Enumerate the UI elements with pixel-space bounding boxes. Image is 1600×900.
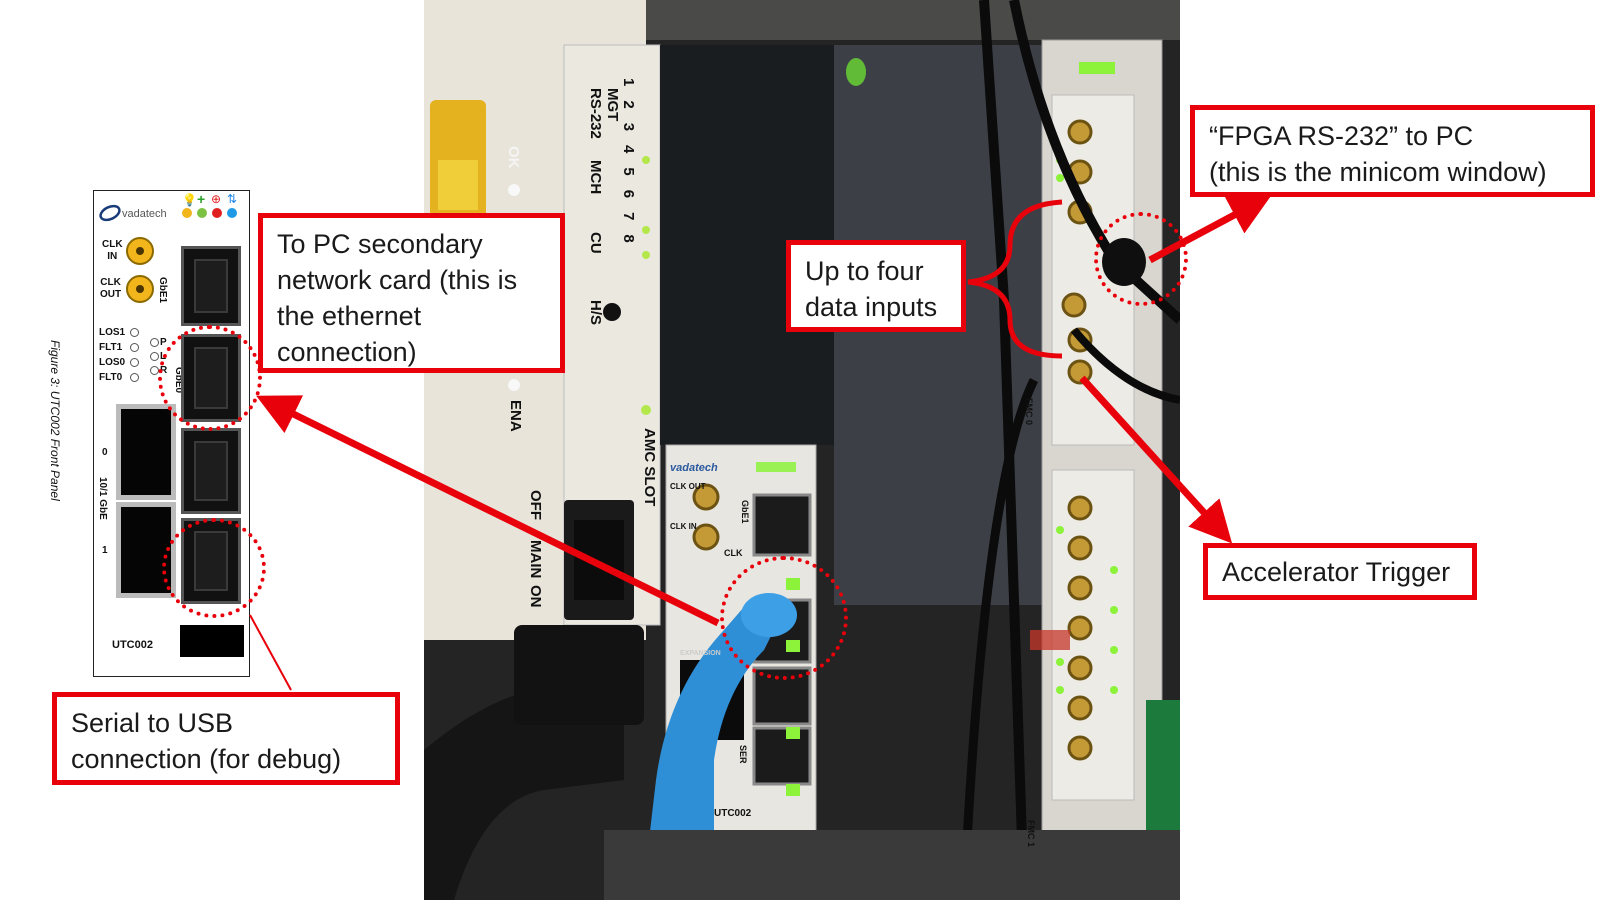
hotswap-icon: ⇅ bbox=[227, 192, 238, 206]
clk-out-connector[interactable] bbox=[126, 275, 154, 303]
mch-label: MCH bbox=[587, 160, 604, 195]
callout-network-card: To PC secondary network card (this is th… bbox=[258, 213, 565, 373]
panel-logo-text: vadatech bbox=[122, 208, 167, 220]
lower-ethernet-port[interactable] bbox=[181, 428, 241, 514]
sfp-cage-0[interactable] bbox=[116, 404, 176, 500]
off-label: OFF bbox=[527, 490, 544, 520]
vadatech-logo-icon bbox=[99, 204, 121, 222]
ser-label: SER bbox=[738, 745, 748, 764]
hs-label: H/S bbox=[587, 300, 604, 326]
panel-status-icons: 💡 + ⊕ ⇅ bbox=[182, 191, 246, 207]
serial-leader-line bbox=[249, 614, 292, 691]
cu-label: CU bbox=[587, 232, 604, 254]
flt1-led bbox=[130, 343, 139, 352]
callout-serial-usb: Serial to USB connection (for debug) bbox=[52, 692, 400, 785]
amc-slot-label: AMC SLOT bbox=[641, 428, 658, 507]
status-led-labels: LOS1 FLT1 LOS0 FLT0 bbox=[99, 327, 126, 383]
expansion-label: EXPANSION bbox=[680, 650, 721, 657]
callout-fpga-rs232: “FPGA RS-232” to PC (this is the minicom… bbox=[1190, 105, 1595, 197]
main-label: MAIN bbox=[527, 540, 544, 579]
clk-out-label: CLK OUT bbox=[100, 277, 122, 300]
fmc1-label: FMC 1 bbox=[1026, 820, 1036, 847]
ok-label: OK bbox=[505, 146, 522, 169]
gbe1-port[interactable] bbox=[181, 246, 241, 326]
mgt-label: MGT bbox=[604, 88, 621, 122]
target-icon: ⊕ bbox=[211, 192, 222, 206]
photo-clk-out-label: CLK OUT bbox=[670, 482, 706, 491]
l-led bbox=[150, 352, 159, 361]
los1-led bbox=[130, 328, 139, 337]
photo-clk-label: CLK bbox=[724, 548, 743, 558]
los0-led bbox=[130, 358, 139, 367]
chassis-photo: 12345678 MGT RS-232 MCH CU H/S OK ENA AM… bbox=[424, 0, 1180, 900]
fpga-rs232-highlight-circle bbox=[1094, 212, 1188, 306]
on-label: ON bbox=[527, 585, 544, 608]
chassis-photo-drawing bbox=[424, 0, 1180, 900]
utc-vadatech-label: vadatech bbox=[670, 462, 718, 474]
bulb-icon: 💡 bbox=[182, 193, 197, 207]
figure-caption: Figure 3: UTC002 Front Panel bbox=[48, 340, 62, 501]
led-yellow bbox=[182, 208, 192, 218]
callout-accelerator-trigger: Accelerator Trigger bbox=[1203, 543, 1477, 600]
slot-numbers: 12345678 bbox=[620, 78, 637, 257]
photo-clk-in-label: CLK IN bbox=[670, 522, 697, 531]
panel-label-block bbox=[180, 625, 244, 657]
photo-gbe1-label: GbE1 bbox=[740, 500, 750, 524]
ena-label: ENA bbox=[507, 400, 524, 432]
led-green bbox=[197, 208, 207, 218]
serial-highlight-circle bbox=[162, 518, 266, 618]
flt0-led bbox=[130, 373, 139, 382]
led-red bbox=[212, 208, 222, 218]
photo-utc002-label: UTC002 bbox=[714, 808, 752, 819]
sfp-speed-label: 10/1 GbE bbox=[97, 477, 108, 520]
led-blue bbox=[227, 208, 237, 218]
panel-model-label: UTC002 bbox=[112, 639, 153, 651]
callout-data-inputs: Up to four data inputs bbox=[786, 240, 966, 332]
fmc0-label: FMC 0 bbox=[1024, 398, 1034, 425]
plus-icon: + bbox=[197, 191, 206, 207]
gbe0-highlight-circle bbox=[158, 325, 262, 431]
clk-in-connector[interactable] bbox=[126, 237, 154, 265]
clk-in-label: CLK IN bbox=[102, 239, 123, 262]
p-led bbox=[150, 338, 159, 347]
sfp-1-label: 1 bbox=[102, 545, 108, 556]
rs232-label: RS-232 bbox=[587, 88, 604, 139]
ethernet-cable-highlight-circle bbox=[720, 556, 848, 680]
sfp-0-label: 0 bbox=[102, 447, 108, 458]
gbe1-label: GbE1 bbox=[157, 277, 168, 304]
